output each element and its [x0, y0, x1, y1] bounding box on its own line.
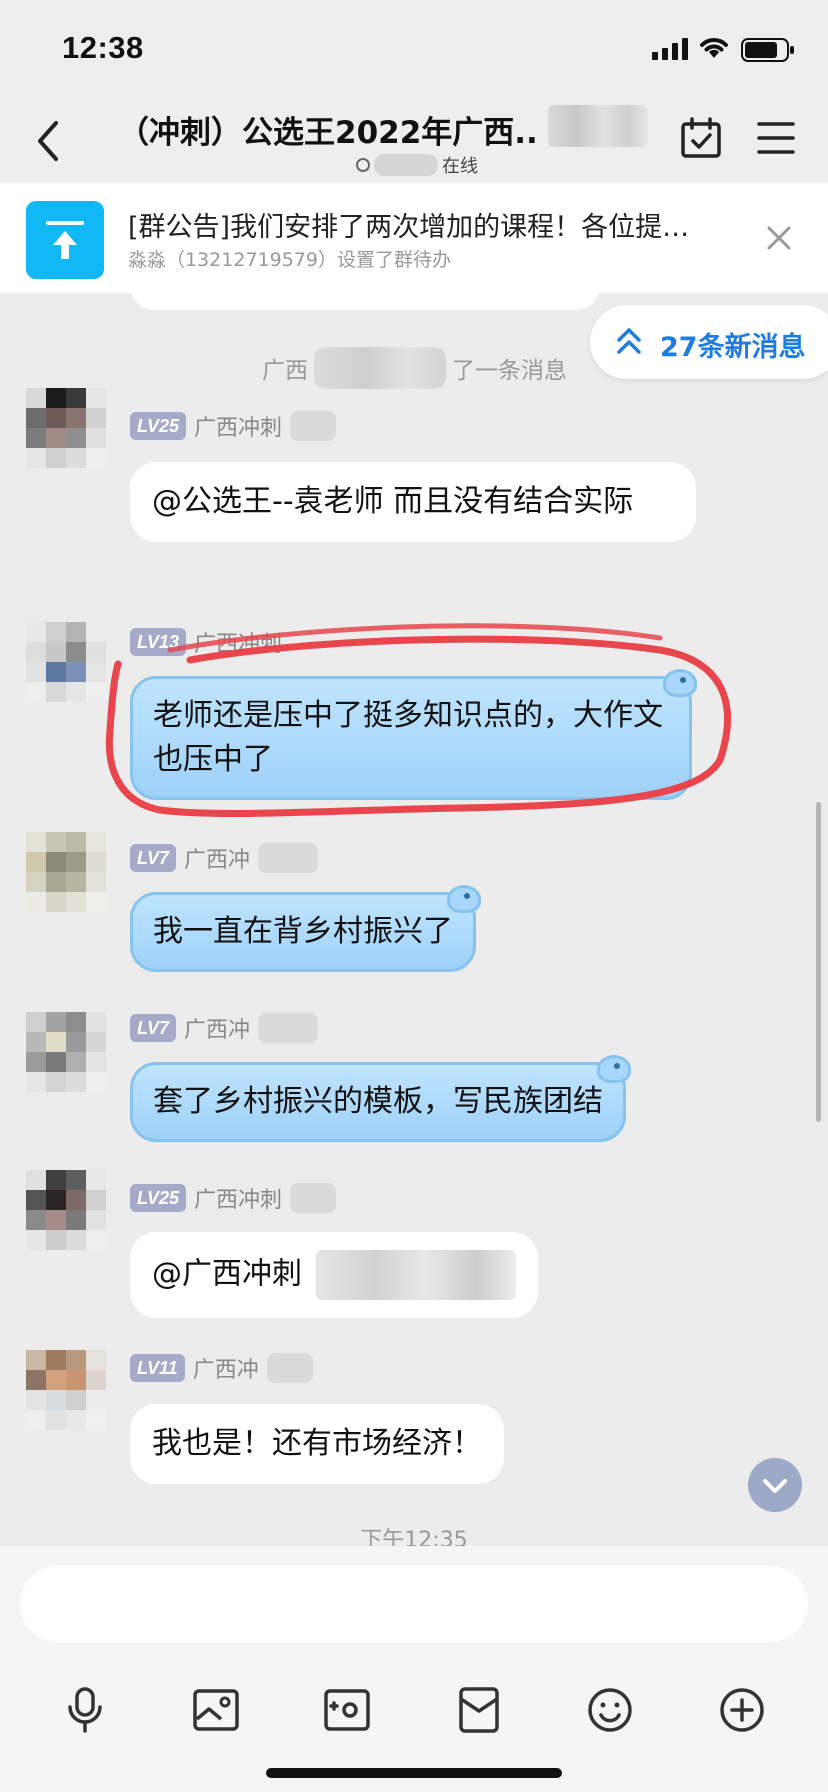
emoji-icon[interactable] — [580, 1680, 640, 1740]
calendar-check-icon[interactable] — [680, 117, 722, 159]
composer-toolbar — [0, 1680, 828, 1750]
avatar[interactable] — [26, 1012, 106, 1092]
chat-header: （冲刺）公选王2022年广西.. 在线 — [0, 95, 828, 183]
back-arrow-icon[interactable] — [34, 119, 64, 163]
sender-name[interactable]: 广西冲刺 — [194, 1182, 282, 1214]
chat-title[interactable]: （冲刺）公选王2022年广西.. — [118, 107, 538, 152]
message-bubble[interactable]: @公选王--袁老师 而且没有结合实际 — [130, 462, 696, 542]
message-sender: LV25 广西冲刺 — [130, 1182, 337, 1214]
status-bar: 12:38 — [0, 0, 828, 95]
announcement-title: [群公告]我们安排了两次增加的课程！各位提… — [128, 212, 690, 243]
message-sender: LV7 广西冲 — [130, 842, 319, 874]
avatar[interactable] — [26, 832, 106, 912]
camera-icon[interactable] — [317, 1680, 377, 1740]
double-chevron-up-icon — [617, 328, 641, 354]
avatar[interactable] — [26, 1170, 106, 1250]
message-bubble[interactable]: 套了乡村振兴的模板，写民族团结 — [130, 1055, 631, 1142]
battery-icon — [741, 38, 794, 62]
sender-name[interactable]: 广西冲 — [184, 1012, 250, 1044]
message-bubble[interactable]: 我也是！还有市场经济！ — [130, 1404, 504, 1484]
level-badge: LV25 — [130, 1184, 187, 1212]
sender-name-redaction — [266, 1353, 313, 1383]
sender-name-redaction — [258, 1013, 319, 1043]
system-notice: 广西 了一条消息 — [262, 347, 567, 389]
group-announcement-banner[interactable]: [群公告]我们安排了两次增加的课程！各位提… 淼淼（13212719579）设置… — [0, 183, 828, 293]
previous-message-bubble — [130, 286, 600, 310]
announcement-pin-icon — [26, 201, 104, 279]
message-redaction — [315, 1250, 516, 1300]
message-bubble[interactable]: 我一直在背乡村振兴了 — [130, 885, 481, 972]
message-input[interactable] — [20, 1566, 808, 1642]
status-redaction — [374, 154, 438, 176]
message-text: 我也是！还有市场经济！ — [152, 1426, 482, 1461]
sender-name-redaction — [258, 843, 319, 873]
plus-icon[interactable] — [712, 1680, 772, 1740]
sender-name-redaction — [290, 411, 337, 441]
sender-name[interactable]: 广西冲 — [184, 842, 250, 874]
message-sender: LV25 广西冲刺 — [130, 410, 337, 442]
bubble-decoration-icon — [447, 885, 481, 913]
online-status-label: 在线 — [442, 156, 478, 177]
system-notice-redaction — [314, 347, 446, 389]
home-indicator — [266, 1768, 562, 1778]
avatar[interactable] — [26, 1350, 106, 1430]
scrollbar[interactable] — [816, 802, 821, 1122]
avatar[interactable] — [26, 622, 106, 702]
image-icon[interactable] — [186, 1680, 246, 1740]
sender-name-redaction — [290, 1183, 337, 1213]
level-badge: LV25 — [130, 412, 187, 440]
microphone-icon[interactable] — [55, 1680, 115, 1740]
chevron-down-icon — [763, 1479, 787, 1493]
system-notice-suffix: 了一条消息 — [452, 358, 567, 384]
message-text: 我一直在背乡村振兴了 — [153, 914, 453, 949]
level-badge: LV7 — [130, 1014, 177, 1042]
menu-icon[interactable] — [757, 121, 795, 155]
title-redaction — [548, 105, 648, 147]
cellular-signal-icon — [652, 38, 688, 60]
level-badge: LV11 — [130, 1354, 185, 1382]
bubble-decoration-icon — [597, 1055, 631, 1083]
level-badge: LV7 — [130, 844, 177, 872]
new-messages-label: 27条新消息 — [660, 332, 806, 363]
sender-name[interactable]: 广西冲 — [193, 1352, 259, 1384]
status-time: 12:38 — [62, 30, 144, 65]
online-status: 在线 — [356, 152, 478, 178]
system-notice-prefix: 广西 — [262, 358, 308, 384]
red-circle-annotation — [105, 623, 731, 817]
red-packet-icon[interactable] — [449, 1680, 509, 1740]
scroll-to-bottom-button[interactable] — [748, 1458, 802, 1512]
message-text: @广西冲刺 — [152, 1256, 302, 1292]
message-sender: LV7 广西冲 — [130, 1012, 319, 1044]
message-sender: LV11 广西冲 — [130, 1352, 313, 1384]
message-text: 套了乡村振兴的模板，写民族团结 — [153, 1084, 603, 1119]
message-text: @公选王--袁老师 而且没有结合实际 — [152, 484, 634, 519]
avatar[interactable] — [26, 388, 106, 468]
close-icon[interactable] — [766, 225, 792, 251]
message-composer — [0, 1546, 828, 1792]
announcement-subtitle: 淼淼（13212719579）设置了群待办 — [128, 249, 451, 271]
status-dot-icon — [356, 158, 370, 172]
new-messages-button[interactable]: 27条新消息 — [590, 305, 828, 379]
sender-name[interactable]: 广西冲刺 — [194, 410, 282, 442]
wifi-icon — [700, 38, 728, 58]
message-bubble[interactable]: @广西冲刺 — [130, 1232, 538, 1318]
